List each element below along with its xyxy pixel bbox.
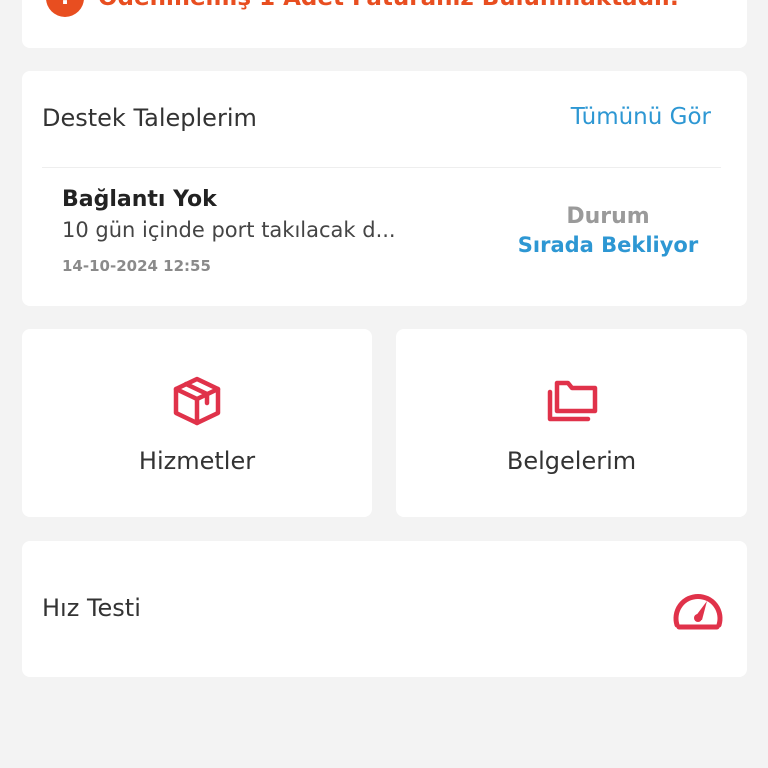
divider (42, 167, 721, 168)
ticket-title: Bağlantı Yok (62, 187, 217, 212)
alert-row: ! Ödenmemiş 1 Adet Faturanız Bulunmaktad… (46, 0, 679, 18)
speed-test-label: Hız Testi (42, 594, 141, 622)
exclamation-icon: ! (46, 0, 84, 17)
package-icon (173, 376, 221, 426)
alert-text: Ödenmemiş 1 Adet Faturanız Bulunmaktadır… (98, 0, 679, 11)
speed-test-card[interactable]: Hız Testi (22, 541, 747, 677)
speedometer-icon (673, 593, 723, 630)
documents-label: Belgelerim (506, 447, 637, 475)
home-screen: ! Ödenmemiş 1 Adet Faturanız Bulunmaktad… (0, 0, 768, 768)
services-tile[interactable]: Hizmetler (22, 329, 372, 517)
documents-tile[interactable]: Belgelerim (396, 329, 747, 517)
ticket-description: 10 gün içinde port takılacak d... (62, 218, 396, 242)
see-all-link[interactable]: Tümünü Gör (571, 104, 711, 130)
status-label: Durum (566, 204, 650, 229)
services-label: Hizmetler (138, 447, 256, 475)
ticket-date: 14-10-2024 12:55 (62, 257, 211, 275)
support-tickets-card: Destek Taleplerim Tümünü Gör Bağlantı Yo… (22, 71, 747, 306)
section-title: Destek Taleplerim (42, 104, 257, 132)
folders-icon (547, 380, 597, 422)
unpaid-invoice-alert[interactable]: ! Ödenmemiş 1 Adet Faturanız Bulunmaktad… (22, 0, 747, 48)
status-value: Sırada Bekliyor (517, 233, 699, 257)
